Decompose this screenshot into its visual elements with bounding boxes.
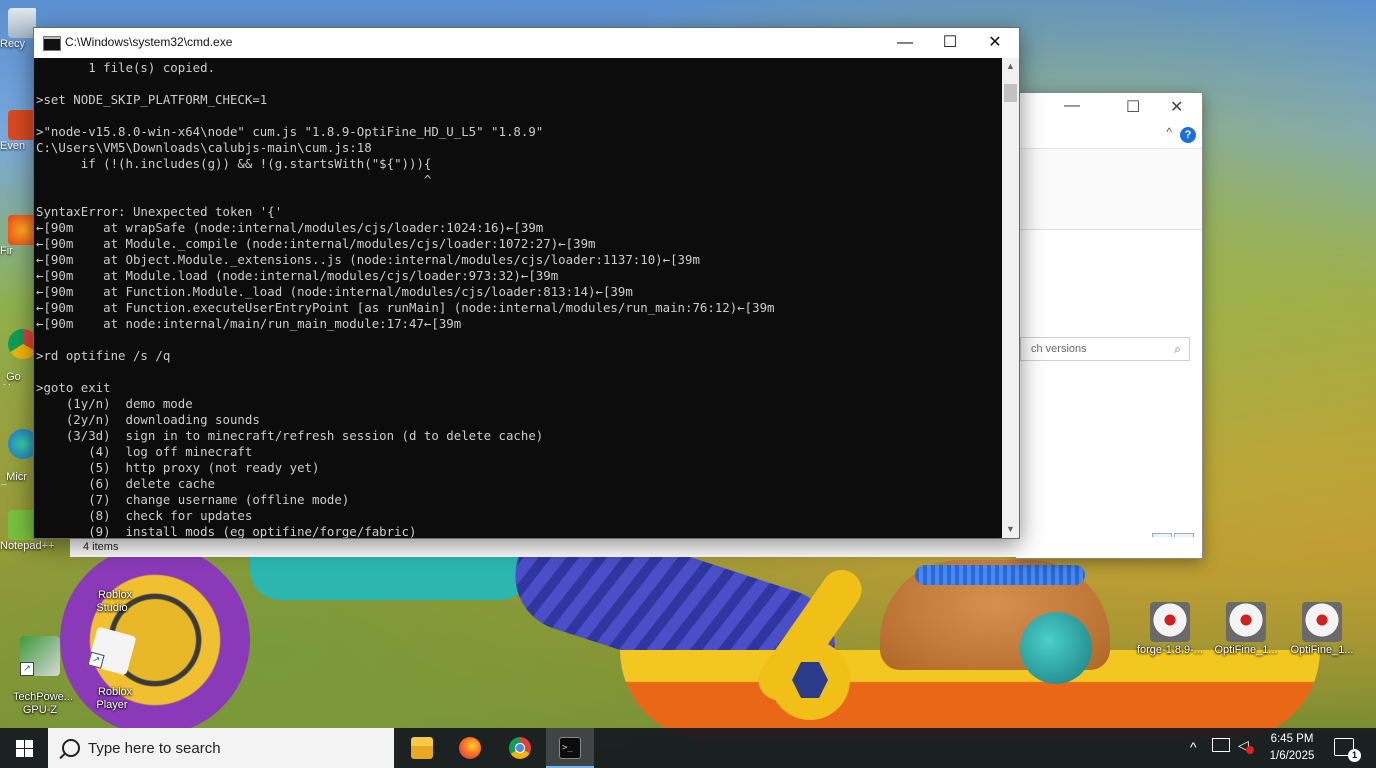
wallpaper-shape: [250, 555, 530, 600]
taskbar-chrome[interactable]: [496, 728, 544, 768]
show-hidden-icons-icon[interactable]: ^: [1190, 739, 1197, 755]
start-button[interactable]: [0, 728, 48, 768]
explorer-close-button[interactable]: ✕: [1170, 97, 1183, 117]
taskbar-search-placeholder: Type here to search: [88, 740, 221, 757]
desktop-icon-label: Recy: [0, 38, 26, 50]
taskbar-file-explorer[interactable]: [398, 728, 446, 768]
cmd-titlebar[interactable]: C:\Windows\system32\cmd.exe — ☐ ✕: [34, 28, 1019, 58]
roblox-player-icon: ↗: [87, 626, 137, 676]
firefox-icon: [8, 215, 36, 245]
java-jar-icon: [1302, 602, 1342, 642]
windows-logo-icon: [16, 740, 33, 757]
desktop-icon-chrome[interactable]: Go Chr: [0, 305, 36, 385]
cmd-icon: >_: [559, 737, 581, 759]
explorer-maximize-button[interactable]: ☐: [1126, 97, 1140, 117]
desktop-icon-edge[interactable]: Micr E: [0, 405, 36, 485]
explorer-search-placeholder: ch versions: [1031, 343, 1087, 355]
explorer-minimize-button[interactable]: —: [1064, 97, 1080, 115]
desktop-icon-label: forge-1.8.9-...: [1136, 644, 1204, 656]
chrome-icon: [509, 737, 531, 759]
desktop-icon-firefox[interactable]: Fir: [0, 215, 36, 275]
search-icon: ⌕: [1174, 342, 1181, 356]
desktop-icon-label: TechPowe... GPU-Z: [13, 691, 73, 716]
minimize-button[interactable]: —: [882, 28, 928, 58]
desktop-icon-label: OptiFine_1...: [1214, 644, 1278, 656]
vertical-scrollbar[interactable]: ▲ ▼: [1002, 58, 1019, 538]
notification-center-icon[interactable]: 1: [1334, 738, 1361, 762]
wallpaper-shape: [915, 565, 1085, 585]
file-explorer-window[interactable]: — ☐ ✕ ^ ? ch versions ⌕: [1015, 92, 1203, 559]
desktop-icon-optifine-2[interactable]: OptiFine_1...: [1282, 602, 1362, 657]
desktop-icon-event[interactable]: Even: [0, 110, 36, 170]
app-icon: [8, 110, 36, 140]
scroll-down-icon[interactable]: ▼: [1002, 521, 1019, 538]
taskbar-search-input[interactable]: Type here to search: [48, 728, 394, 768]
console-output[interactable]: 1 file(s) copied. >set NODE_SKIP_PLATFOR…: [34, 58, 1002, 538]
desktop-icon-label: Go Chr: [0, 371, 21, 385]
mute-indicator-icon: [1246, 746, 1254, 754]
desktop-icon-label: Notepad++: [0, 540, 55, 552]
folder-icon: [411, 737, 433, 759]
recycle-bin-icon: [8, 8, 36, 38]
close-button[interactable]: ✕: [972, 28, 1018, 58]
desktop-icon-gpuz[interactable]: ↗ TechPowe... GPU-Z: [0, 610, 80, 717]
gpuz-icon: ↗: [20, 636, 60, 676]
explorer-ribbon: [1016, 149, 1202, 230]
search-icon: [62, 739, 80, 757]
help-icon[interactable]: ?: [1180, 127, 1196, 143]
firefox-icon: [459, 737, 481, 759]
shortcut-arrow-icon: ↗: [87, 651, 105, 669]
taskbar-firefox[interactable]: [446, 728, 494, 768]
desktop-icon-optifine-1[interactable]: OptiFine_1...: [1206, 602, 1286, 657]
notification-count-badge: 1: [1348, 749, 1361, 762]
cmd-window[interactable]: C:\Windows\system32\cmd.exe — ☐ ✕ 1 file…: [33, 27, 1020, 539]
scroll-up-icon[interactable]: ▲: [1002, 58, 1019, 75]
console-text: 1 file(s) copied. >set NODE_SKIP_PLATFOR…: [36, 60, 775, 538]
network-icon[interactable]: [1212, 738, 1230, 752]
item-count: 4 items: [83, 541, 119, 553]
desktop-icon-label: Micr E: [0, 471, 27, 485]
system-tray: ^ ◁: [1188, 728, 1258, 768]
java-jar-icon: [1226, 602, 1266, 642]
java-jar-icon: [1150, 602, 1190, 642]
desktop-icon-forge[interactable]: forge-1.8.9-...: [1130, 602, 1210, 657]
explorer-status-bar: 4 items: [70, 537, 1200, 557]
clock-time: 6:45 PM: [1270, 733, 1314, 745]
desktop-icon-label: OptiFine_1...: [1290, 644, 1354, 656]
desktop-icon-label: Fir: [0, 245, 13, 257]
window-title: C:\Windows\system32\cmd.exe: [65, 35, 233, 49]
desktop-icon-recycle-bin[interactable]: Recy: [0, 8, 36, 78]
taskbar-cmd[interactable]: >_: [546, 728, 594, 768]
edge-icon: [8, 429, 36, 459]
chrome-icon: [8, 329, 36, 359]
taskbar-clock[interactable]: 6:45 PM 1/6/2025: [1262, 731, 1322, 765]
desktop-icon-label: Even: [0, 140, 26, 152]
desktop-icon-roblox-player[interactable]: ↗ Roblox Player: [72, 605, 152, 712]
shortcut-arrow-icon: ↗: [20, 662, 34, 676]
explorer-search-input[interactable]: ch versions ⌕: [1020, 337, 1190, 361]
desktop-icon-label: Roblox Player: [96, 686, 133, 711]
taskbar: Type here to search >_ ^ ◁ 6:45 PM 1/6/2…: [0, 728, 1376, 768]
maximize-button[interactable]: ☐: [927, 28, 973, 58]
clock-date: 1/6/2025: [1269, 750, 1315, 762]
explorer-window-controls: — ☐ ✕: [1056, 93, 1202, 123]
wallpaper-shape: [1020, 612, 1092, 684]
ribbon-collapse-icon[interactable]: ^: [1166, 125, 1172, 139]
cmd-icon: [43, 36, 61, 51]
scrollbar-thumb[interactable]: [1004, 84, 1017, 102]
